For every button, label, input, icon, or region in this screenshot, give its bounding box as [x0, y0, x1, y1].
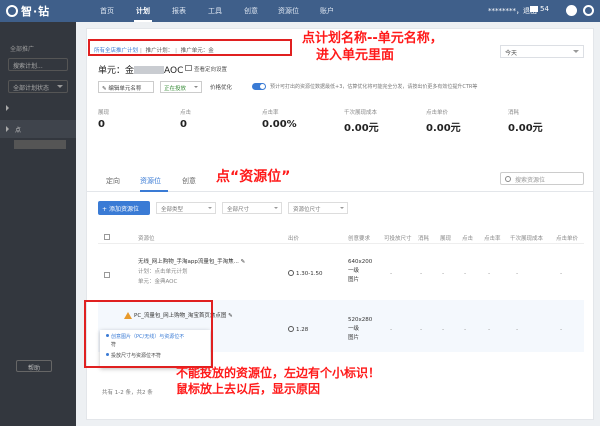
col-sizes: 可投放尺寸: [384, 236, 412, 242]
row-1-ctr: -: [488, 270, 491, 277]
col-cpm[interactable]: 千次展现成本: [510, 234, 543, 242]
sidebar-status-filter[interactable]: 全部计划状态: [8, 80, 68, 93]
view-targeting-link[interactable]: 查看定向设置: [194, 65, 227, 73]
search-icon: [505, 176, 511, 182]
row-2-bid[interactable]: 1.28: [288, 326, 308, 335]
row-1-checkbox[interactable]: [104, 272, 110, 278]
row-1-clicks: -: [464, 270, 467, 277]
row-2-cpc: -: [560, 326, 563, 333]
nav-report[interactable]: 报表: [172, 6, 186, 16]
row-2-sizes: -: [390, 326, 393, 333]
annotation-warning-explain: 不能投放的资源位，左边有个小标识！ 鼠标放上去以后，显示原因: [176, 366, 381, 396]
sidebar-title: 全部推广: [10, 46, 35, 53]
mail-count[interactable]: 54: [530, 5, 549, 13]
row-1-plan: 计划：点击单元计划: [138, 269, 188, 275]
help-icon[interactable]: [583, 5, 594, 16]
annotation-enter-unit: 点计划名称--单元名称， 进入单元里面: [302, 31, 443, 63]
row-1-cost: -: [420, 270, 423, 277]
row-2-impressions: -: [442, 326, 445, 333]
sidebar-item-plan-1[interactable]: [0, 100, 76, 118]
row-2-requirement: 520x280 一级 图片: [348, 317, 373, 341]
mail-icon: [530, 6, 538, 12]
nav-home[interactable]: 首页: [100, 6, 114, 16]
row-2-ctr: -: [488, 326, 491, 333]
type-filter[interactable]: 全部类型: [156, 202, 216, 214]
row-1-requirement: 640x200 一级 图片: [348, 259, 373, 283]
row-2-cost: -: [420, 326, 423, 333]
highlight-box-warning: [84, 300, 213, 368]
redacted-text: [134, 66, 165, 74]
optimize-label: 价格优化: [210, 85, 233, 91]
col-ctr[interactable]: 点击率: [484, 234, 501, 242]
highlight-box-breadcrumb: [88, 39, 292, 56]
col-resource: 资源位: [138, 236, 155, 242]
logo-icon: [6, 5, 18, 17]
row-1-resource-name[interactable]: 无线_网上购物_手淘app流量包_手淘焦... ✎: [138, 258, 278, 267]
row-2-cpm: -: [516, 326, 519, 333]
resource-search-input[interactable]: 搜索资源位: [500, 172, 584, 185]
settings-doc-icon: [185, 65, 192, 71]
metric-cpm: 千次展现成本 0.00元: [344, 110, 379, 134]
row-1-cpc: -: [560, 270, 563, 277]
date-range-select[interactable]: 今天: [500, 45, 584, 58]
nav-plan[interactable]: 计划: [134, 6, 152, 22]
col-cost[interactable]: 消耗: [418, 234, 429, 242]
edit-bid-icon[interactable]: [288, 270, 294, 276]
edit-unit-name-button[interactable]: ✎ 编辑单元名称: [98, 81, 154, 93]
top-bar: 智·钻 首页 计划 报表 工具 创意 资源位 账户 ********，退出 54: [0, 0, 600, 22]
nav-account[interactable]: 账户: [320, 6, 334, 16]
pagination-info: 共有 1-2 条，共2 条: [102, 390, 153, 396]
tab-resource[interactable]: 资源位: [140, 176, 161, 186]
nav-tools[interactable]: 工具: [208, 6, 222, 16]
status-select[interactable]: 正在投放: [160, 81, 202, 93]
col-clicks[interactable]: 点击: [462, 234, 473, 242]
row-1-bid[interactable]: 1.30-1.50: [288, 270, 322, 279]
metric-clicks: 点击 0: [180, 110, 192, 130]
sidebar-help-button[interactable]: 帮助: [16, 360, 52, 372]
metric-cost: 消耗 0.00元: [508, 110, 543, 134]
metric-ctr: 点击率 0.00%: [262, 110, 297, 130]
row-1-impressions: -: [442, 270, 445, 277]
col-requirement: 创意要求: [348, 236, 371, 242]
active-tab-indicator: [140, 190, 168, 192]
edit-icon[interactable]: ✎: [226, 313, 233, 319]
size-filter[interactable]: 全部尺寸: [222, 202, 282, 214]
sidebar-subitem-unit[interactable]: [14, 140, 66, 149]
expand-icon: [6, 105, 12, 111]
select-all-checkbox[interactable]: [104, 234, 110, 240]
expand-icon: [6, 126, 12, 132]
nav-creative[interactable]: 创意: [244, 6, 258, 16]
notification-icon[interactable]: [566, 5, 577, 16]
tab-targeting[interactable]: 定向: [106, 176, 120, 186]
sidebar: 全部推广 搜索计划... 全部计划状态 点 帮助: [0, 22, 76, 426]
add-resource-button[interactable]: + 添加资源位: [98, 201, 150, 215]
nav-resource[interactable]: 资源位: [278, 6, 299, 16]
optimize-hint: 预计可打出的资源位数据最低+3，估算优化将可能完全分发，请按出价更多有效位提升C…: [270, 84, 478, 90]
edit-bid-icon[interactable]: [288, 326, 294, 332]
row-1-cpm: -: [516, 270, 519, 277]
col-bid[interactable]: 出价: [288, 234, 299, 242]
edit-icon[interactable]: ✎: [239, 259, 246, 265]
row-2-clicks: -: [464, 326, 467, 333]
col-impressions[interactable]: 展现: [440, 234, 451, 242]
col-cpc[interactable]: 点击单价: [556, 234, 578, 242]
logo[interactable]: 智·钻: [6, 3, 50, 19]
sidebar-item-plan-2[interactable]: 点: [0, 120, 76, 138]
row-1-sizes: -: [390, 270, 393, 277]
metric-impressions: 展现 0: [98, 110, 110, 130]
resource-size-filter[interactable]: 资源位尺寸: [288, 202, 348, 214]
page-title: 单元：金 AOC: [98, 66, 184, 76]
sidebar-search-input[interactable]: 搜索计划...: [8, 58, 68, 71]
plus-icon: +: [102, 206, 109, 213]
annotation-click-resource: 点“资源位”: [216, 169, 291, 185]
metric-cpc: 点击单价 0.00元: [426, 110, 461, 134]
optimize-toggle[interactable]: [252, 83, 266, 90]
tab-creative[interactable]: 创意: [182, 176, 196, 186]
row-1-unit: 单元：金典AOC: [138, 279, 178, 285]
